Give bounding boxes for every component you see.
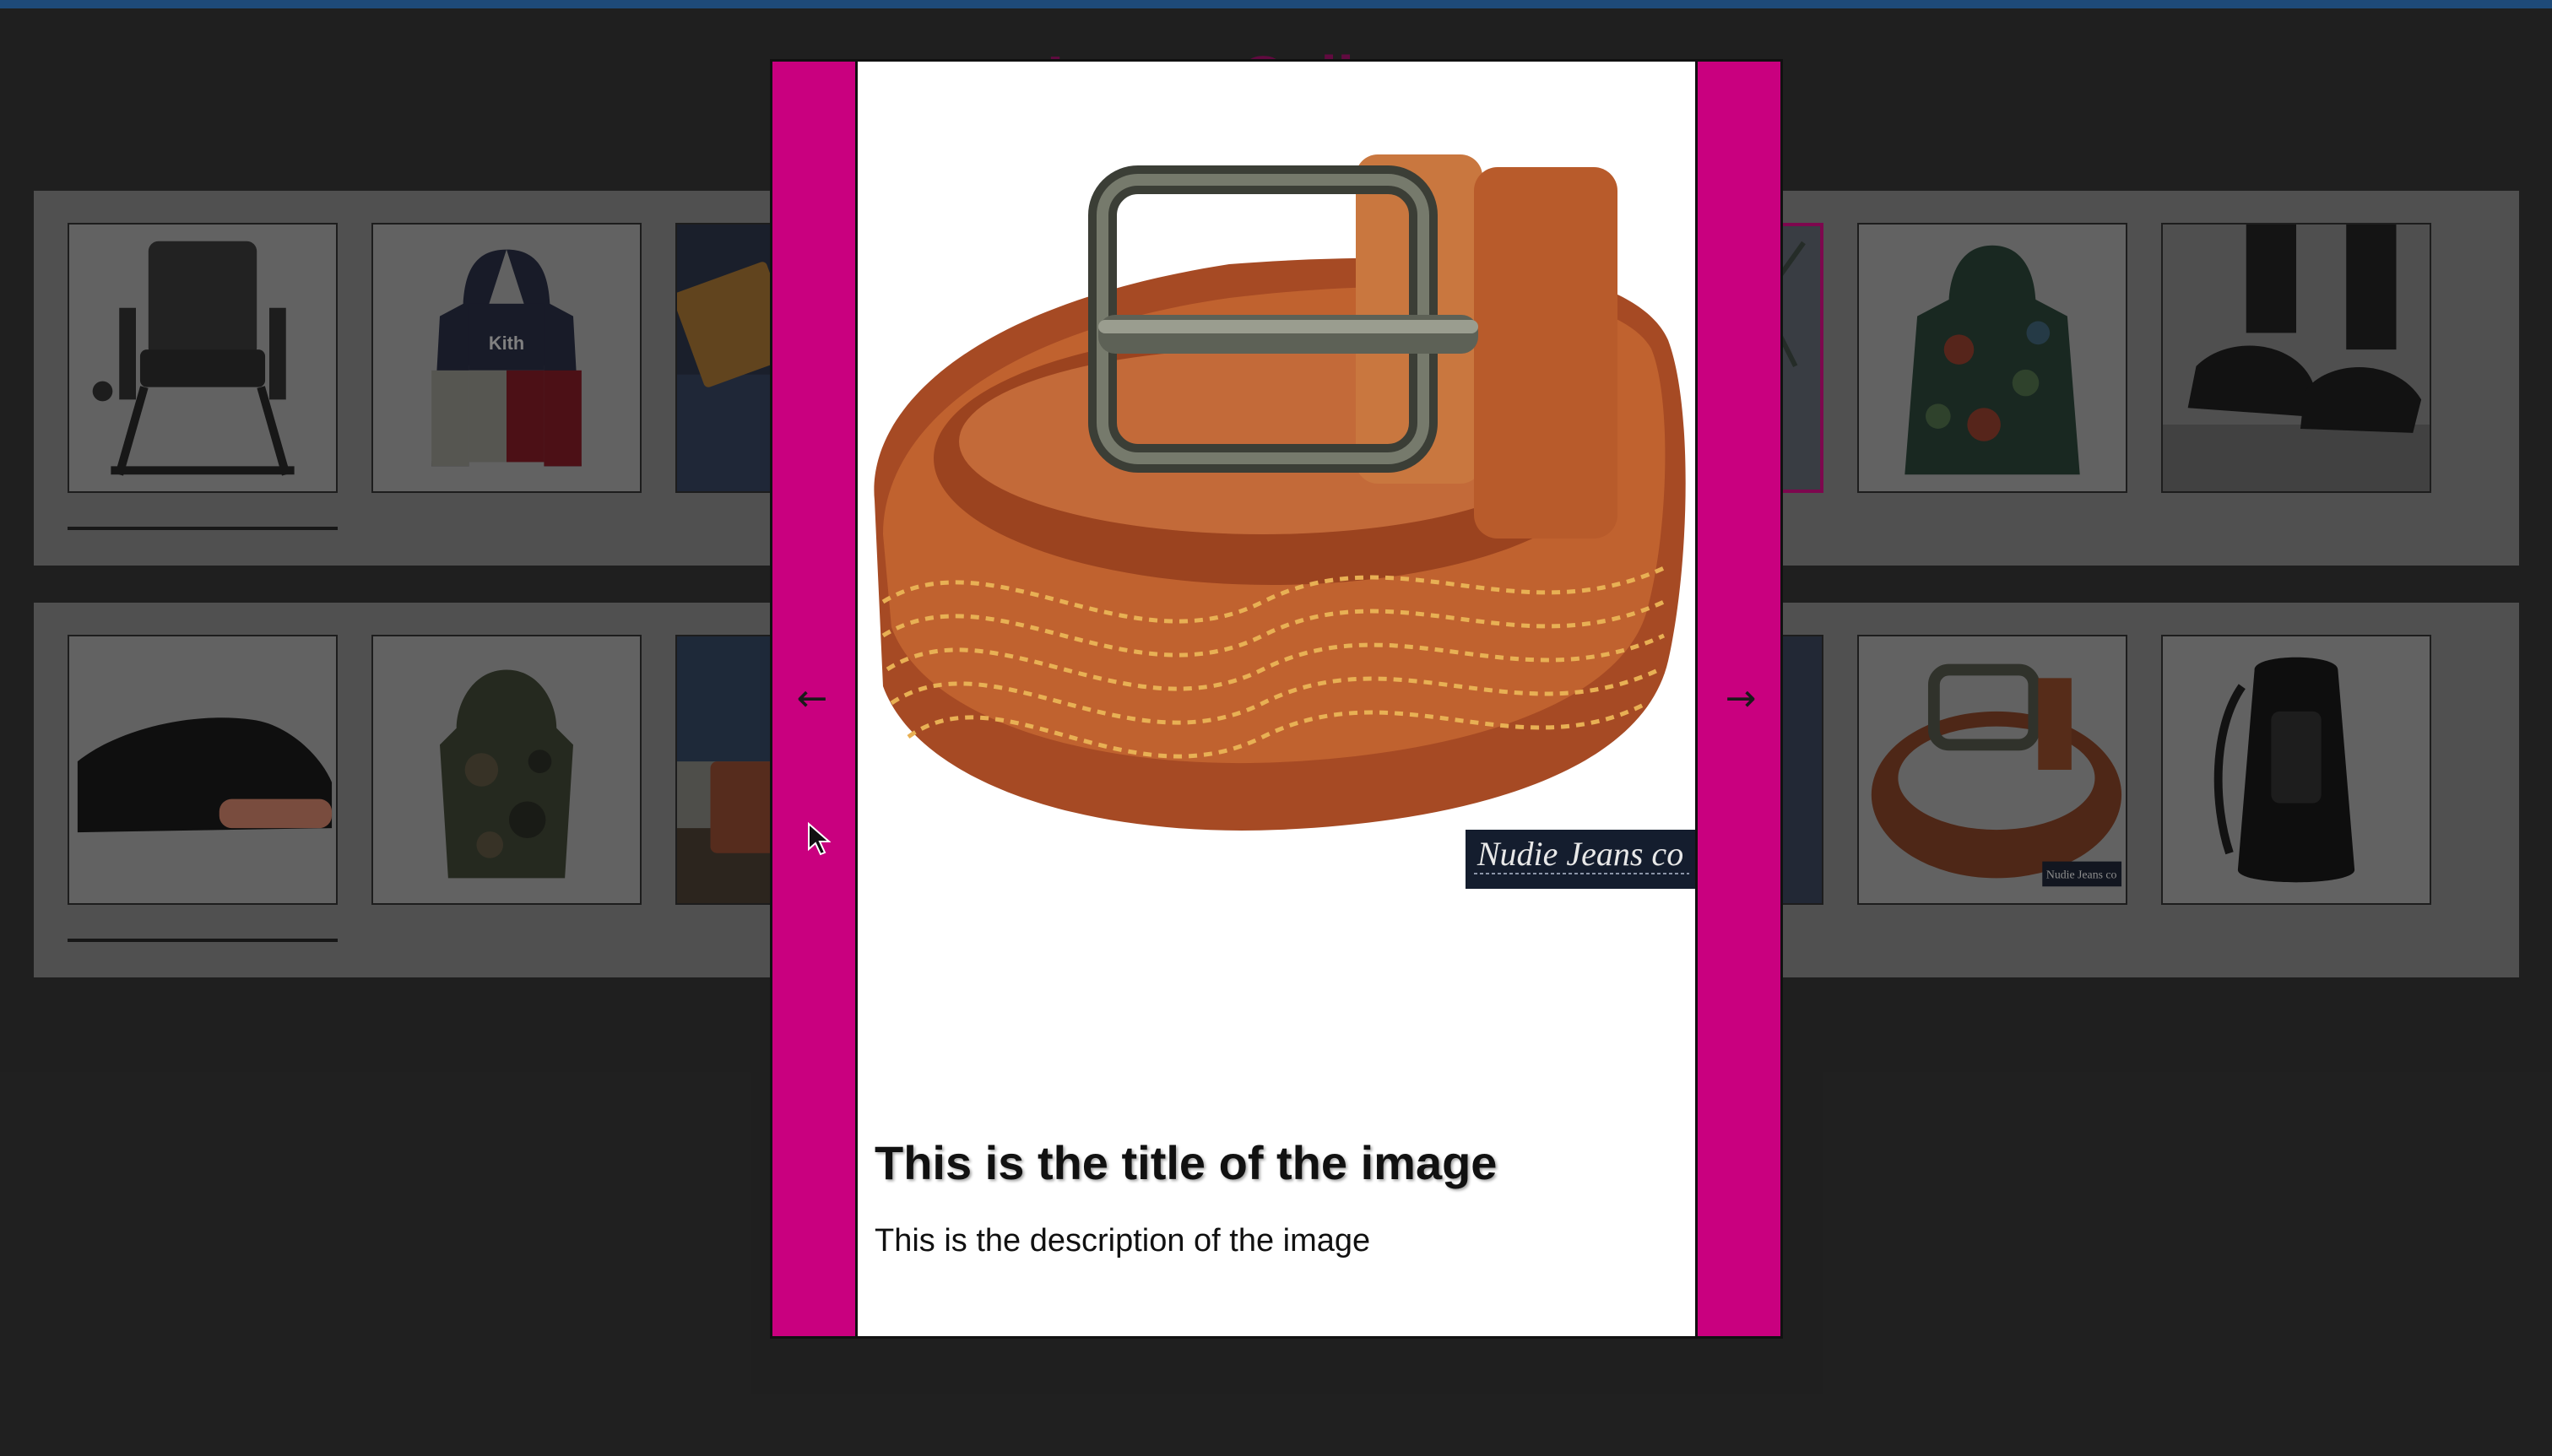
modal-image: Nudie Jeans co	[858, 62, 1695, 931]
arrow-left-icon: ←	[796, 677, 828, 720]
image-modal: ← Nudie Jeans co This is the title of th…	[770, 59, 1783, 1339]
arrow-right-icon: →	[1725, 677, 1757, 720]
image-description: This is the description of the image	[875, 1223, 1371, 1258]
image-title: This is the title of the image	[875, 1136, 1498, 1189]
browser-top-bar	[0, 0, 2552, 8]
nudie-jeans-logo: Nudie Jeans co	[1476, 835, 1683, 873]
prev-button[interactable]: ←	[772, 62, 852, 1336]
mouse-cursor-icon	[808, 822, 831, 856]
modal-content: Nudie Jeans co This is the title of the …	[855, 62, 1698, 1336]
next-button[interactable]: →	[1701, 62, 1780, 1336]
